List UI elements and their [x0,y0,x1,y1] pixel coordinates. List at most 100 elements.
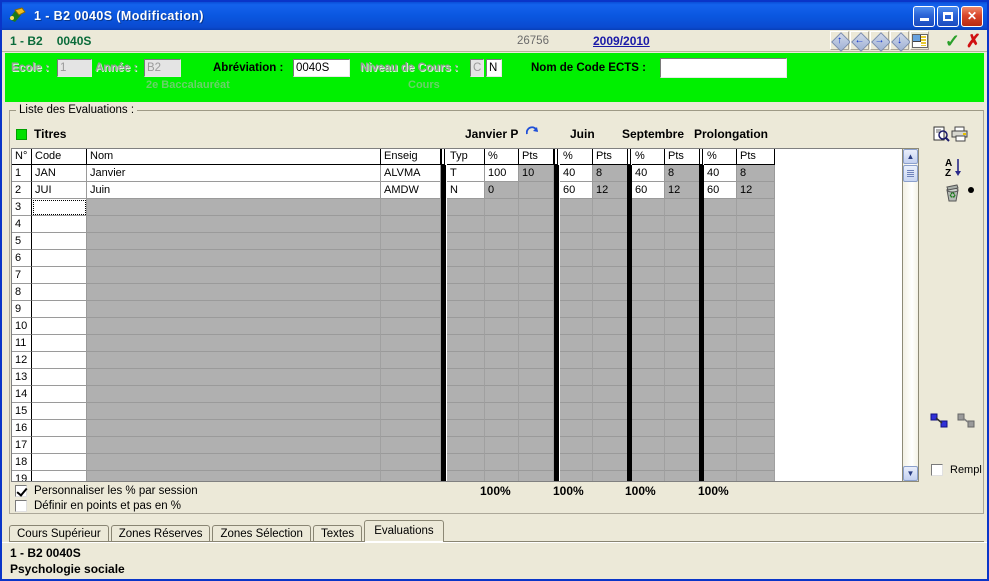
cell-ens[interactable] [381,454,441,471]
cell-typ[interactable]: N [447,182,485,199]
cell-p2[interactable] [560,199,593,216]
cell-p1[interactable] [485,471,519,481]
cell-code[interactable] [32,386,87,403]
cell-t1[interactable] [519,403,554,420]
cell-nom[interactable] [87,318,381,335]
cell-code[interactable] [32,454,87,471]
cell-code[interactable] [32,403,87,420]
cell-nom[interactable] [87,216,381,233]
cell-code[interactable]: JUI [32,182,87,199]
cell-t4[interactable] [737,318,775,335]
cell-code[interactable] [32,284,87,301]
grid-col-header-code[interactable]: Code [32,149,87,165]
cell-nom[interactable] [87,454,381,471]
cell-p2[interactable] [560,216,593,233]
cell-t3[interactable]: 12 [665,182,700,199]
cell-typ[interactable] [447,471,485,481]
cell-t4[interactable] [737,301,775,318]
cell-code[interactable] [32,233,87,250]
rempl-checkbox[interactable] [931,464,943,476]
cell-t4[interactable] [737,233,775,250]
grid-col-header-p3[interactable]: % [632,149,665,165]
cell-p4[interactable] [704,352,737,369]
cell-nom[interactable] [87,471,381,481]
cell-p2[interactable] [560,369,593,386]
nav-next-button[interactable]: → [870,31,889,50]
cell-num[interactable]: 7 [12,267,32,284]
cell-ens[interactable] [381,437,441,454]
cell-nom[interactable] [87,233,381,250]
cell-t3[interactable]: 8 [665,165,700,182]
close-button[interactable]: ✕ [961,5,983,27]
cell-p2[interactable]: 60 [560,182,593,199]
personnaliser-checkbox-row[interactable]: Personnaliser les % par session [15,485,198,497]
cell-p3[interactable]: 40 [632,165,665,182]
cell-t3[interactable] [665,233,700,250]
cell-code[interactable] [32,335,87,352]
table-row[interactable]: 11 [12,335,911,352]
cell-p4[interactable] [704,301,737,318]
table-row[interactable]: 13 [12,369,911,386]
cell-typ[interactable] [447,437,485,454]
cell-ens[interactable] [381,250,441,267]
cell-code[interactable] [32,250,87,267]
cell-t2[interactable] [593,284,628,301]
table-row[interactable]: 16 [12,420,911,437]
cell-t3[interactable] [665,352,700,369]
cell-t3[interactable] [665,216,700,233]
cell-t3[interactable] [665,420,700,437]
table-row[interactable]: 5 [12,233,911,250]
cell-p3[interactable] [632,471,665,481]
cell-num[interactable]: 16 [12,420,32,437]
cell-num[interactable]: 19 [12,471,32,481]
cell-p4[interactable]: 60 [704,182,737,199]
scroll-thumb[interactable] [903,165,918,182]
cell-t3[interactable] [665,250,700,267]
cell-p3[interactable] [632,233,665,250]
table-row[interactable]: 15 [12,403,911,420]
cell-p1[interactable] [485,335,519,352]
cell-typ[interactable] [447,267,485,284]
cell-t2[interactable] [593,386,628,403]
cell-typ[interactable] [447,335,485,352]
cell-p4[interactable] [704,471,737,481]
cell-t1[interactable] [519,454,554,471]
cell-t4[interactable]: 12 [737,182,775,199]
cell-num[interactable]: 13 [12,369,32,386]
cell-code[interactable] [32,318,87,335]
cell-code[interactable] [32,437,87,454]
grid-vertical-scrollbar[interactable]: ▲ ▼ [902,148,919,482]
cell-num[interactable]: 5 [12,233,32,250]
cell-t1[interactable] [519,386,554,403]
cell-p1[interactable] [485,437,519,454]
cell-p1[interactable] [485,386,519,403]
cell-nom[interactable] [87,437,381,454]
cell-t2[interactable] [593,471,628,481]
cell-p1[interactable] [485,352,519,369]
cell-t2[interactable] [593,267,628,284]
cell-t1[interactable] [519,437,554,454]
cell-t2[interactable] [593,335,628,352]
cell-nom[interactable]: Janvier [87,165,381,182]
niveau-code-input[interactable]: C [470,59,484,77]
cell-ens[interactable] [381,267,441,284]
cell-p4[interactable] [704,335,737,352]
cell-t1[interactable] [519,284,554,301]
cell-p3[interactable] [632,352,665,369]
cell-t1[interactable]: 10 [519,165,554,182]
grid-col-header-t1[interactable]: Pts [519,149,554,165]
print-preview-icon[interactable] [933,126,950,145]
cell-t1[interactable] [519,182,554,199]
cell-p3[interactable] [632,403,665,420]
cell-typ[interactable] [447,301,485,318]
maximize-button[interactable] [937,5,959,27]
cell-nom[interactable] [87,403,381,420]
cell-t3[interactable] [665,199,700,216]
cell-ens[interactable] [381,301,441,318]
cell-p2[interactable] [560,318,593,335]
cell-p1[interactable] [485,250,519,267]
cell-t3[interactable] [665,301,700,318]
cell-p2[interactable] [560,437,593,454]
table-row[interactable]: 17 [12,437,911,454]
cell-typ[interactable] [447,318,485,335]
